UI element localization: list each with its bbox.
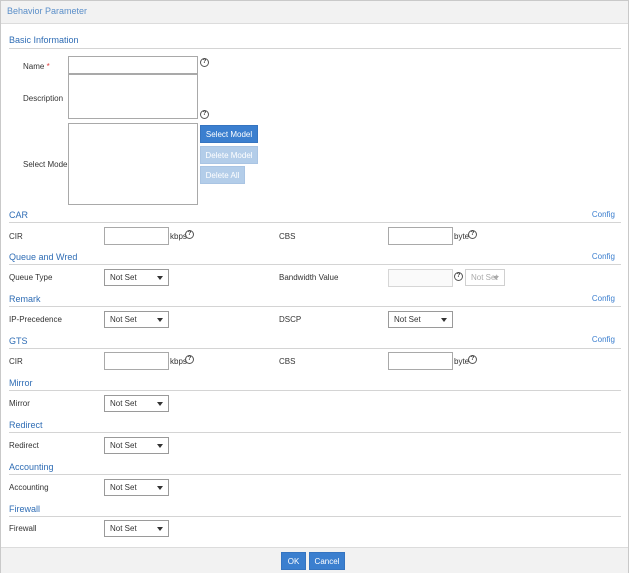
select-model-label: Select Model [23, 160, 70, 169]
section-divider [9, 264, 621, 265]
section-title-firewall: Firewall [9, 504, 41, 514]
mirror-select[interactable]: Not Set [104, 395, 169, 412]
dscp-select[interactable]: Not Set [388, 311, 453, 328]
section-title-queue: Queue and Wred [9, 252, 78, 262]
dialog: Behavior Parameter Basic Information Nam… [0, 0, 629, 573]
queue-type-select[interactable]: Not Set [104, 269, 169, 286]
gts-cbs-unit: byte [454, 357, 470, 366]
help-icon-gts-cbs[interactable]: ? [468, 355, 477, 364]
firewall-label: Firewall [9, 524, 37, 533]
accounting-label: Accounting [9, 483, 49, 492]
section-title-accounting: Accounting [9, 462, 54, 472]
required-mark: * [46, 62, 50, 71]
section-title-remark: Remark [9, 294, 41, 304]
name-input[interactable] [68, 56, 198, 74]
chevron-down-icon [157, 318, 163, 322]
chevron-down-icon [493, 276, 499, 280]
section-title-redirect: Redirect [9, 420, 43, 430]
redirect-select[interactable]: Not Set [104, 437, 169, 454]
description-textarea[interactable] [68, 74, 198, 119]
delete-model-button[interactable]: Delete Model [200, 146, 258, 164]
accounting-select[interactable]: Not Set [104, 479, 169, 496]
help-icon-bandwidth[interactable]: ? [454, 272, 463, 281]
section-title-basic: Basic Information [9, 35, 79, 45]
bandwidth-value-input[interactable] [388, 269, 453, 287]
car-cir-input[interactable] [104, 227, 169, 245]
help-icon-gts-cir[interactable]: ? [185, 355, 194, 364]
chevron-down-icon [157, 486, 163, 490]
bandwidth-value-label: Bandwidth Value [279, 273, 339, 282]
redirect-label: Redirect [9, 441, 39, 450]
ip-precedence-label: IP-Precedence [9, 315, 62, 324]
ok-button[interactable]: OK [281, 552, 306, 570]
car-cbs-input[interactable] [388, 227, 453, 245]
name-label: Name * [23, 62, 50, 71]
car-cir-label: CIR [9, 232, 23, 241]
section-divider [9, 306, 621, 307]
gts-cir-input[interactable] [104, 352, 169, 370]
remark-config-link[interactable]: Config [592, 294, 615, 303]
gts-cbs-input[interactable] [388, 352, 453, 370]
select-model-button[interactable]: Select Model [200, 125, 258, 143]
section-divider [9, 432, 621, 433]
description-label: Description [23, 94, 64, 103]
section-divider [9, 348, 621, 349]
help-icon-car-cbs[interactable]: ? [468, 230, 477, 239]
section-divider [9, 48, 621, 49]
delete-all-button[interactable]: Delete All [200, 166, 245, 184]
car-config-link[interactable]: Config [592, 210, 615, 219]
model-listbox[interactable] [68, 123, 198, 205]
section-title-mirror: Mirror [9, 378, 33, 388]
section-divider [9, 516, 621, 517]
dialog-title: Behavior Parameter [7, 6, 88, 16]
help-icon-name[interactable]: ? [200, 58, 209, 67]
cancel-button[interactable]: Cancel [309, 552, 345, 570]
dialog-footer: OK Cancel [1, 547, 628, 573]
ip-precedence-select[interactable]: Not Set [104, 311, 169, 328]
section-divider [9, 222, 621, 223]
dscp-label: DSCP [279, 315, 302, 324]
gts-cir-label: CIR [9, 357, 23, 366]
car-cbs-label: CBS [279, 232, 296, 241]
chevron-down-icon [157, 402, 163, 406]
queue-type-label: Queue Type [9, 273, 53, 282]
bandwidth-unit-select[interactable]: Not Set [465, 269, 505, 286]
section-title-car: CAR [9, 210, 29, 220]
section-title-gts: GTS [9, 336, 28, 346]
gts-cbs-label: CBS [279, 357, 296, 366]
section-divider [9, 390, 621, 391]
help-icon-car-cir[interactable]: ? [185, 230, 194, 239]
dialog-titlebar: Behavior Parameter [1, 1, 628, 24]
chevron-down-icon [157, 444, 163, 448]
queue-config-link[interactable]: Config [592, 252, 615, 261]
help-icon-description[interactable]: ? [200, 110, 209, 119]
section-divider [9, 474, 621, 475]
chevron-down-icon [441, 318, 447, 322]
car-cbs-unit: byte [454, 232, 470, 241]
mirror-label: Mirror [9, 399, 30, 408]
firewall-select[interactable]: Not Set [104, 520, 169, 537]
chevron-down-icon [157, 276, 163, 280]
chevron-down-icon [157, 527, 163, 531]
gts-config-link[interactable]: Config [592, 335, 615, 344]
